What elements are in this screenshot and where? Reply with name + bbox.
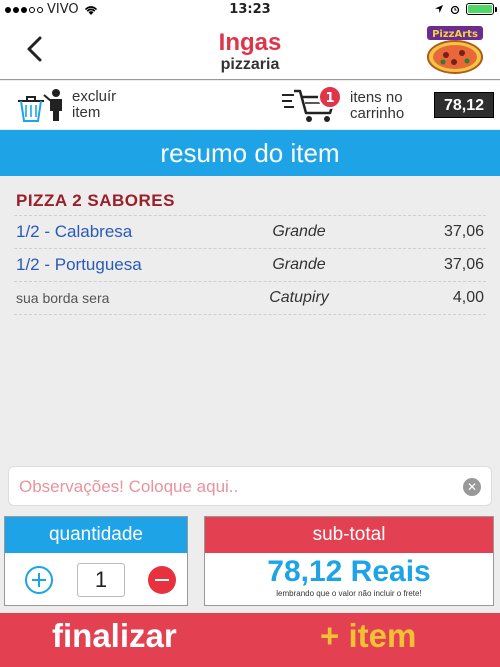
quantity-label: quantidade [5, 517, 187, 553]
cart-label: itens no carrinho [350, 89, 405, 122]
quantity-stepper: 1 [5, 553, 187, 605]
subtotal-note: lembrando que o valor não incluir o fret… [276, 589, 422, 598]
cart-count-badge: 1 [318, 85, 342, 109]
cart-total: 78,12 [434, 92, 494, 118]
battery-icon [466, 3, 497, 15]
subtotal-label: sub-total [205, 517, 493, 553]
footer-bar: finalizar + item [0, 613, 500, 667]
item-row-price: 37,06 [443, 223, 484, 240]
increase-quantity-button[interactable] [25, 566, 53, 594]
item-row-price: 4,00 [452, 289, 484, 306]
item-row-size: Grande [272, 256, 326, 273]
item-row: 1/2 - Calabresa Grande 37,06 [14, 216, 486, 249]
item-summary-list: PIZZA 2 SABORES 1/2 - Calabresa Grande 3… [0, 176, 500, 315]
status-bar: VIVO 13:23 [0, 0, 500, 20]
add-item-button[interactable]: + item [320, 617, 416, 655]
item-row-price: 37,06 [443, 256, 484, 273]
status-time: 13:23 [229, 2, 271, 17]
section-header: resumo do item [0, 130, 500, 176]
item-row: sua borda sera Catupiry 4,00 [14, 282, 486, 315]
toolbar: excluír item 1 itens no carrinho 78,12 [0, 81, 500, 129]
item-row-size: Grande [272, 223, 326, 240]
item-row-size: Catupiry [269, 289, 329, 306]
quantity-value[interactable]: 1 [77, 563, 125, 597]
finalize-button[interactable]: finalizar [52, 617, 177, 655]
item-row-name: 1/2 - Calabresa [16, 222, 133, 241]
trash-person-icon [18, 89, 62, 122]
decrease-quantity-button[interactable] [148, 566, 176, 594]
item-group-title: PIZZA 2 SABORES [14, 186, 486, 216]
item-row-name: sua borda sera [16, 290, 110, 306]
delete-item-button[interactable]: excluír item [14, 87, 116, 123]
observations-input[interactable] [19, 471, 459, 503]
logo-text: PizzArts [432, 29, 478, 40]
quantity-panel: quantidade 1 [4, 516, 188, 606]
observations-field-container: ✕ [8, 466, 492, 506]
status-right [434, 3, 497, 15]
item-row-name: 1/2 - Portuguesa [16, 255, 142, 274]
location-arrow-icon [435, 5, 443, 13]
subtotal-panel: sub-total 78,12 Reais lembrando que o va… [204, 516, 494, 606]
pizzarts-logo: PizzArts [427, 26, 483, 74]
nav-bar: Ingas pizzaria PizzArts [0, 20, 500, 80]
alarm-icon [450, 5, 460, 14]
delete-item-label: excluír item [72, 88, 117, 121]
item-row: 1/2 - Portuguesa Grande 37,06 [14, 249, 486, 282]
subtotal-value: 78,12 Reais [267, 555, 431, 588]
clear-icon[interactable]: ✕ [463, 478, 481, 496]
